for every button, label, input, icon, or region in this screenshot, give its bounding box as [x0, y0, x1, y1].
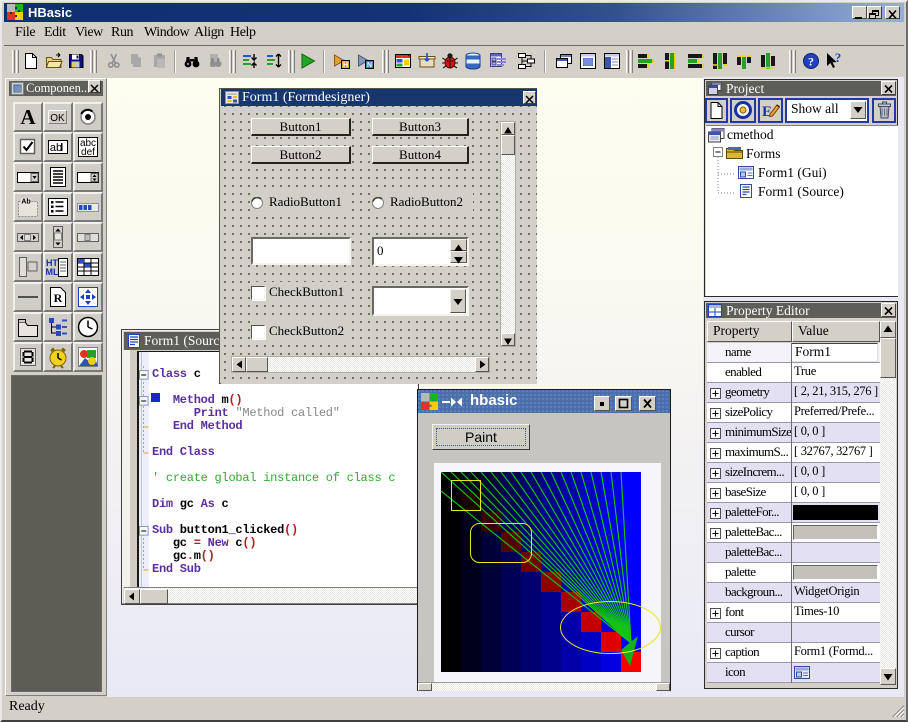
svg-text:ab: ab: [50, 142, 62, 154]
svg-text:ML: ML: [46, 267, 59, 277]
svg-text:?: ?: [808, 55, 814, 69]
svg-text:H: H: [343, 62, 348, 69]
svg-text:OK: OK: [50, 113, 65, 124]
svg-text:?: ?: [835, 51, 842, 65]
svg-text:Ab: Ab: [21, 199, 30, 206]
svg-text:A: A: [20, 105, 36, 129]
svg-text:def: def: [81, 147, 95, 158]
svg-text:R: R: [54, 291, 63, 305]
svg-text:N: N: [367, 62, 372, 69]
svg-text:E: E: [762, 104, 772, 120]
